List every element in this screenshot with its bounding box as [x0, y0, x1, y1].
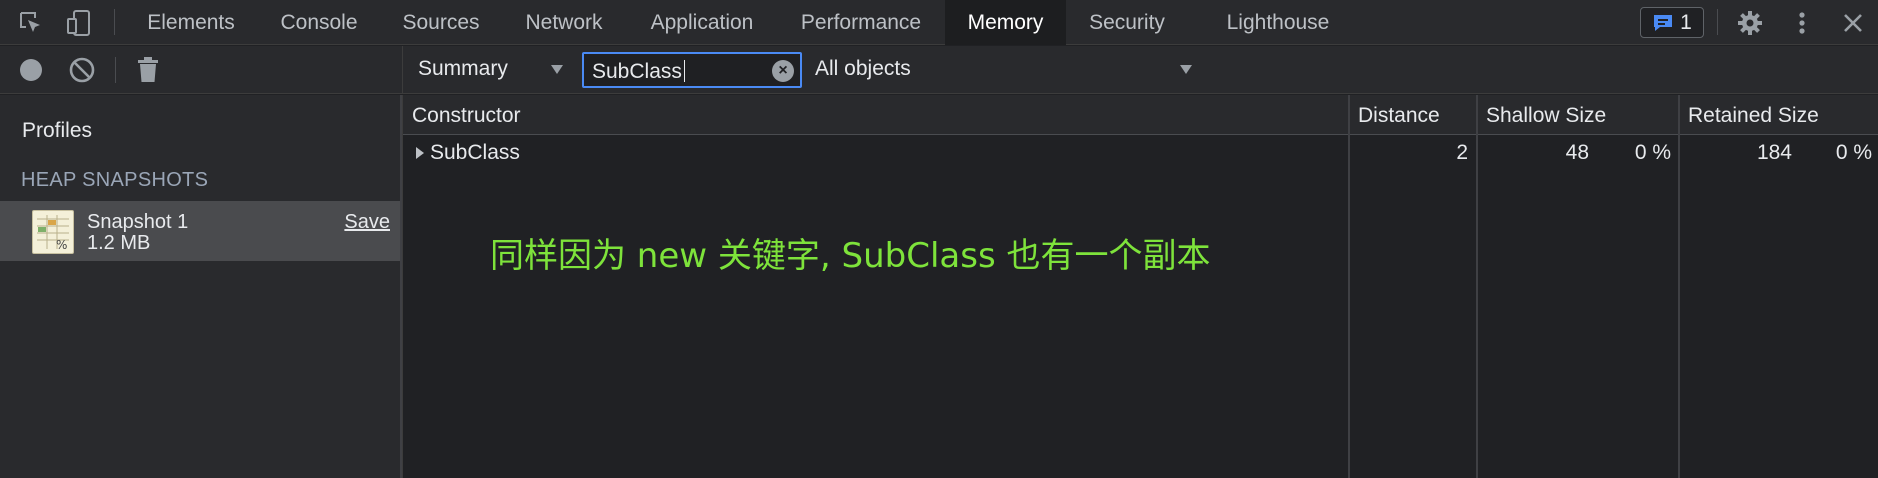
- issues-count: 1: [1680, 10, 1692, 34]
- tab-performance[interactable]: Performance: [788, 0, 934, 45]
- trash-icon[interactable]: [133, 55, 163, 85]
- tab-network[interactable]: Network: [511, 0, 617, 45]
- profiles-sidebar: Profiles HEAP SNAPSHOTS % Snapshot 1 1.2…: [0, 95, 402, 478]
- tab-elements[interactable]: Elements: [131, 0, 251, 45]
- tab-console[interactable]: Console: [262, 0, 376, 45]
- device-toolbar-icon[interactable]: [64, 8, 94, 38]
- chevron-down-icon[interactable]: [1180, 65, 1192, 74]
- snapshot-item[interactable]: % Snapshot 1 1.2 MB Save: [0, 201, 400, 261]
- snapshot-size: 1.2 MB: [87, 232, 151, 254]
- svg-text:%: %: [56, 238, 67, 252]
- more-vert-icon[interactable]: [1787, 8, 1817, 38]
- issues-button[interactable]: 1: [1640, 7, 1704, 38]
- cell-distance: 2: [1456, 141, 1468, 164]
- issues-icon: [1654, 14, 1673, 31]
- text-cursor: [684, 60, 685, 82]
- cell-retained-percent: 0 %: [1835, 141, 1872, 164]
- column-header-distance[interactable]: Distance: [1358, 104, 1440, 128]
- tab-lighthouse[interactable]: Lighthouse: [1212, 0, 1344, 45]
- tab-application[interactable]: Application: [632, 0, 772, 45]
- heap-summary-grid: Constructor Distance Shallow Size Retain…: [402, 95, 1878, 478]
- cell-shallow-percent: 0 %: [1634, 141, 1671, 164]
- column-header-retained-size[interactable]: Retained Size: [1688, 104, 1819, 128]
- record-icon[interactable]: [16, 55, 46, 85]
- chevron-down-icon[interactable]: [551, 65, 563, 74]
- grid-header: Constructor Distance Shallow Size Retain…: [403, 95, 1878, 135]
- tab-memory[interactable]: Memory: [945, 0, 1066, 45]
- close-icon[interactable]: [1838, 8, 1868, 38]
- devtools-tabbar: Elements Console Sources Network Applica…: [0, 0, 1878, 45]
- objects-select[interactable]: All objects: [815, 57, 911, 81]
- tab-sources[interactable]: Sources: [387, 0, 495, 45]
- inspect-element-icon[interactable]: [16, 8, 46, 38]
- save-snapshot-link[interactable]: Save: [344, 211, 390, 234]
- expand-triangle-icon[interactable]: [416, 147, 424, 159]
- class-filter-input[interactable]: SubClass ×: [582, 52, 802, 88]
- cell-retained-size: 184: [1756, 141, 1792, 164]
- snapshot-name: Snapshot 1: [87, 211, 189, 233]
- cell-constructor: SubClass: [430, 141, 520, 164]
- heap-snapshots-heading: HEAP SNAPSHOTS: [21, 169, 209, 191]
- table-row[interactable]: SubClass 2 48 0 % 184 0 %: [403, 135, 1878, 169]
- gear-icon[interactable]: [1735, 8, 1765, 38]
- toolbar-divider: [1717, 9, 1718, 35]
- toolbar-divider: [114, 9, 115, 35]
- cell-shallow-size: 48: [1565, 141, 1589, 164]
- class-filter-value: SubClass: [592, 60, 682, 83]
- column-header-shallow-size[interactable]: Shallow Size: [1486, 104, 1606, 128]
- snapshot-toolbar: Summary SubClass × All objects: [402, 46, 1878, 94]
- view-select[interactable]: Summary: [418, 57, 508, 81]
- clear-icon[interactable]: [67, 55, 97, 85]
- column-header-constructor[interactable]: Constructor: [412, 104, 521, 128]
- heap-snapshot-icon: %: [32, 210, 74, 254]
- annotation-text: 同样因为 new 关键字, SubClass 也有一个副本: [490, 236, 1211, 276]
- tab-security[interactable]: Security: [1077, 0, 1177, 45]
- clear-filter-icon[interactable]: ×: [772, 60, 794, 82]
- profiles-title: Profiles: [22, 119, 93, 142]
- profiles-toolbar: [0, 46, 402, 94]
- toolbar-divider: [115, 57, 116, 83]
